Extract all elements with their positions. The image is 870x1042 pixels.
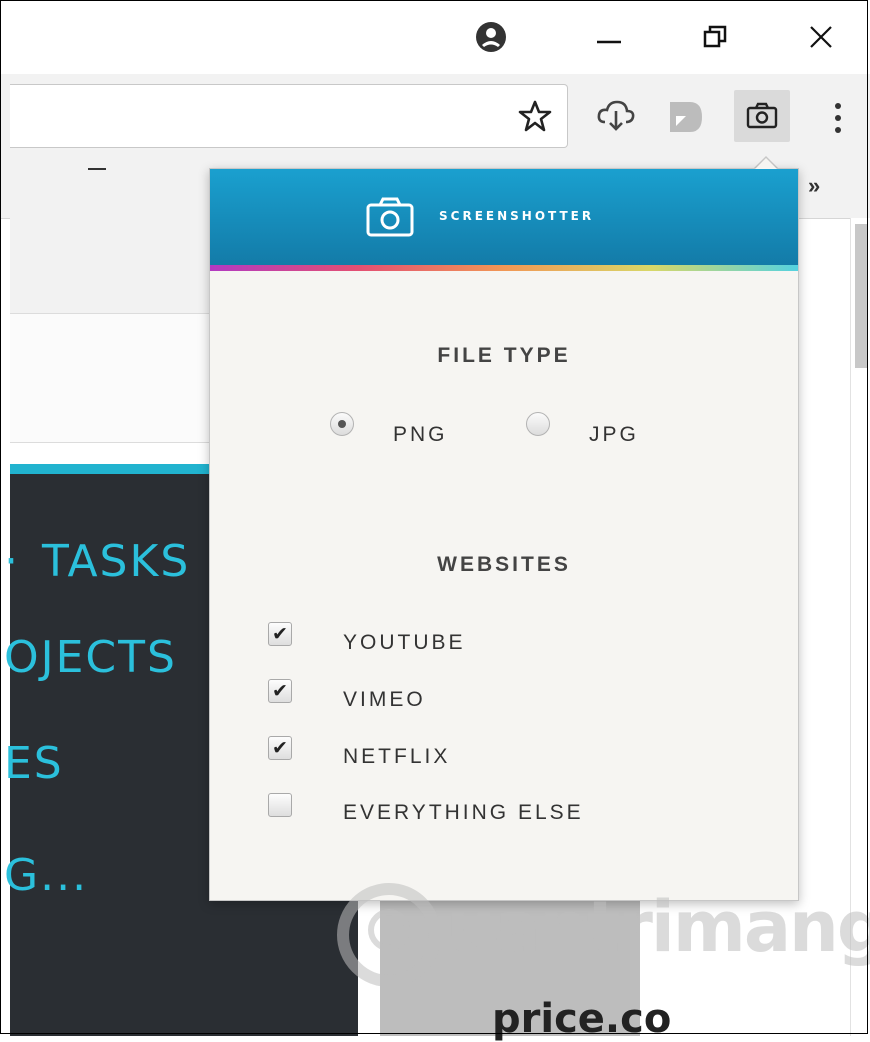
png-label[interactable]: PNG — [393, 423, 448, 447]
page-subheader-band — [10, 314, 210, 443]
everything-else-label[interactable]: EVERYTHING ELSE — [343, 801, 584, 825]
png-radio[interactable] — [330, 412, 354, 436]
youtube-checkbox[interactable]: ✔ — [268, 622, 292, 646]
screenshotter-popup: SCREENSHOTTER FILE TYPE PNG JPG WEBSITES… — [209, 168, 799, 901]
jpg-label[interactable]: JPG — [589, 423, 639, 447]
nav-item-more[interactable]: G... — [4, 850, 88, 901]
jpg-radio[interactable] — [526, 412, 550, 436]
file-type-heading: FILE TYPE — [437, 344, 571, 367]
extension-icon[interactable] — [668, 100, 704, 134]
nav-item-tasks[interactable]: TASKS — [42, 536, 190, 587]
cloud-download-icon[interactable] — [596, 98, 636, 134]
card-text: price.co — [492, 996, 672, 1042]
bookmark-fragment — [88, 168, 106, 170]
bookmark-star-icon[interactable] — [518, 99, 552, 133]
camera-icon — [746, 102, 778, 129]
popup-header: SCREENSHOTTER — [210, 169, 798, 265]
websites-heading: WEBSITES — [437, 553, 571, 576]
screenshotter-extension-button[interactable] — [734, 90, 790, 142]
bookmarks-overflow-button[interactable]: » — [808, 173, 820, 199]
popup-title: SCREENSHOTTER — [439, 209, 595, 223]
profile-icon[interactable] — [466, 12, 516, 62]
everything-else-checkbox[interactable] — [268, 793, 292, 817]
camera-icon — [366, 197, 414, 237]
close-icon[interactable] — [796, 12, 846, 62]
page-accent-strip — [10, 464, 210, 474]
scrollbar-thumb[interactable] — [855, 224, 867, 368]
page-header-band — [10, 218, 210, 314]
window-title-bar — [0, 0, 870, 75]
address-bar[interactable] — [10, 84, 568, 148]
youtube-label[interactable]: YOUTUBE — [343, 631, 466, 655]
popup-arrow-fill — [755, 158, 777, 169]
nav-item-projects[interactable]: OJECTS — [4, 632, 177, 683]
vimeo-label[interactable]: VIMEO — [343, 688, 426, 712]
nav-bullet-icon: · — [4, 536, 20, 587]
popup-accent-bar — [210, 265, 798, 271]
vimeo-checkbox[interactable]: ✔ — [268, 679, 292, 703]
netflix-label[interactable]: NETFLIX — [343, 745, 450, 769]
nav-item-es[interactable]: ES — [4, 738, 64, 789]
minimize-icon[interactable] — [584, 12, 634, 62]
netflix-checkbox[interactable]: ✔ — [268, 736, 292, 760]
restore-icon[interactable] — [690, 12, 740, 62]
menu-dots-icon[interactable] — [828, 100, 848, 136]
